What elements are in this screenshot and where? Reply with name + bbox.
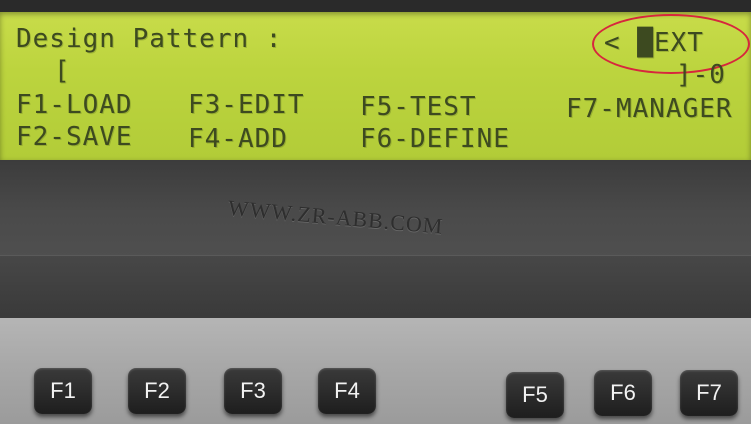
softkey-label-f6: F6-DEFINE [360, 124, 510, 154]
f6-key[interactable]: F6 [594, 370, 652, 416]
lcd-bracket-close: ]-0 [676, 60, 726, 90]
f4-key[interactable]: F4 [318, 368, 376, 414]
ext-highlight-circle [592, 14, 750, 74]
softkey-label-f4: F4-ADD [188, 124, 288, 154]
lcd-screen: Design Pattern : < █EXT [ ]-0 F1-LOAD F3… [0, 12, 751, 160]
f5-key[interactable]: F5 [506, 372, 564, 418]
panel-ridge [0, 255, 751, 316]
lcd-bracket-open: [ [54, 56, 71, 86]
softkey-label-f7: F7-MANAGER [566, 94, 733, 124]
lcd-title: Design Pattern : [16, 24, 283, 54]
softkey-label-f5: F5-TEST [360, 92, 477, 122]
softkey-label-f2: F2-SAVE [16, 122, 133, 152]
softkey-label-f1: F1-LOAD [16, 90, 133, 120]
f3-key[interactable]: F3 [224, 368, 282, 414]
f7-key[interactable]: F7 [680, 370, 738, 416]
softkey-label-f3: F3-EDIT [188, 90, 305, 120]
f2-key[interactable]: F2 [128, 368, 186, 414]
f1-key[interactable]: F1 [34, 368, 92, 414]
keypad: F1 F2 F3 F4 F5 F6 F7 [0, 318, 751, 424]
